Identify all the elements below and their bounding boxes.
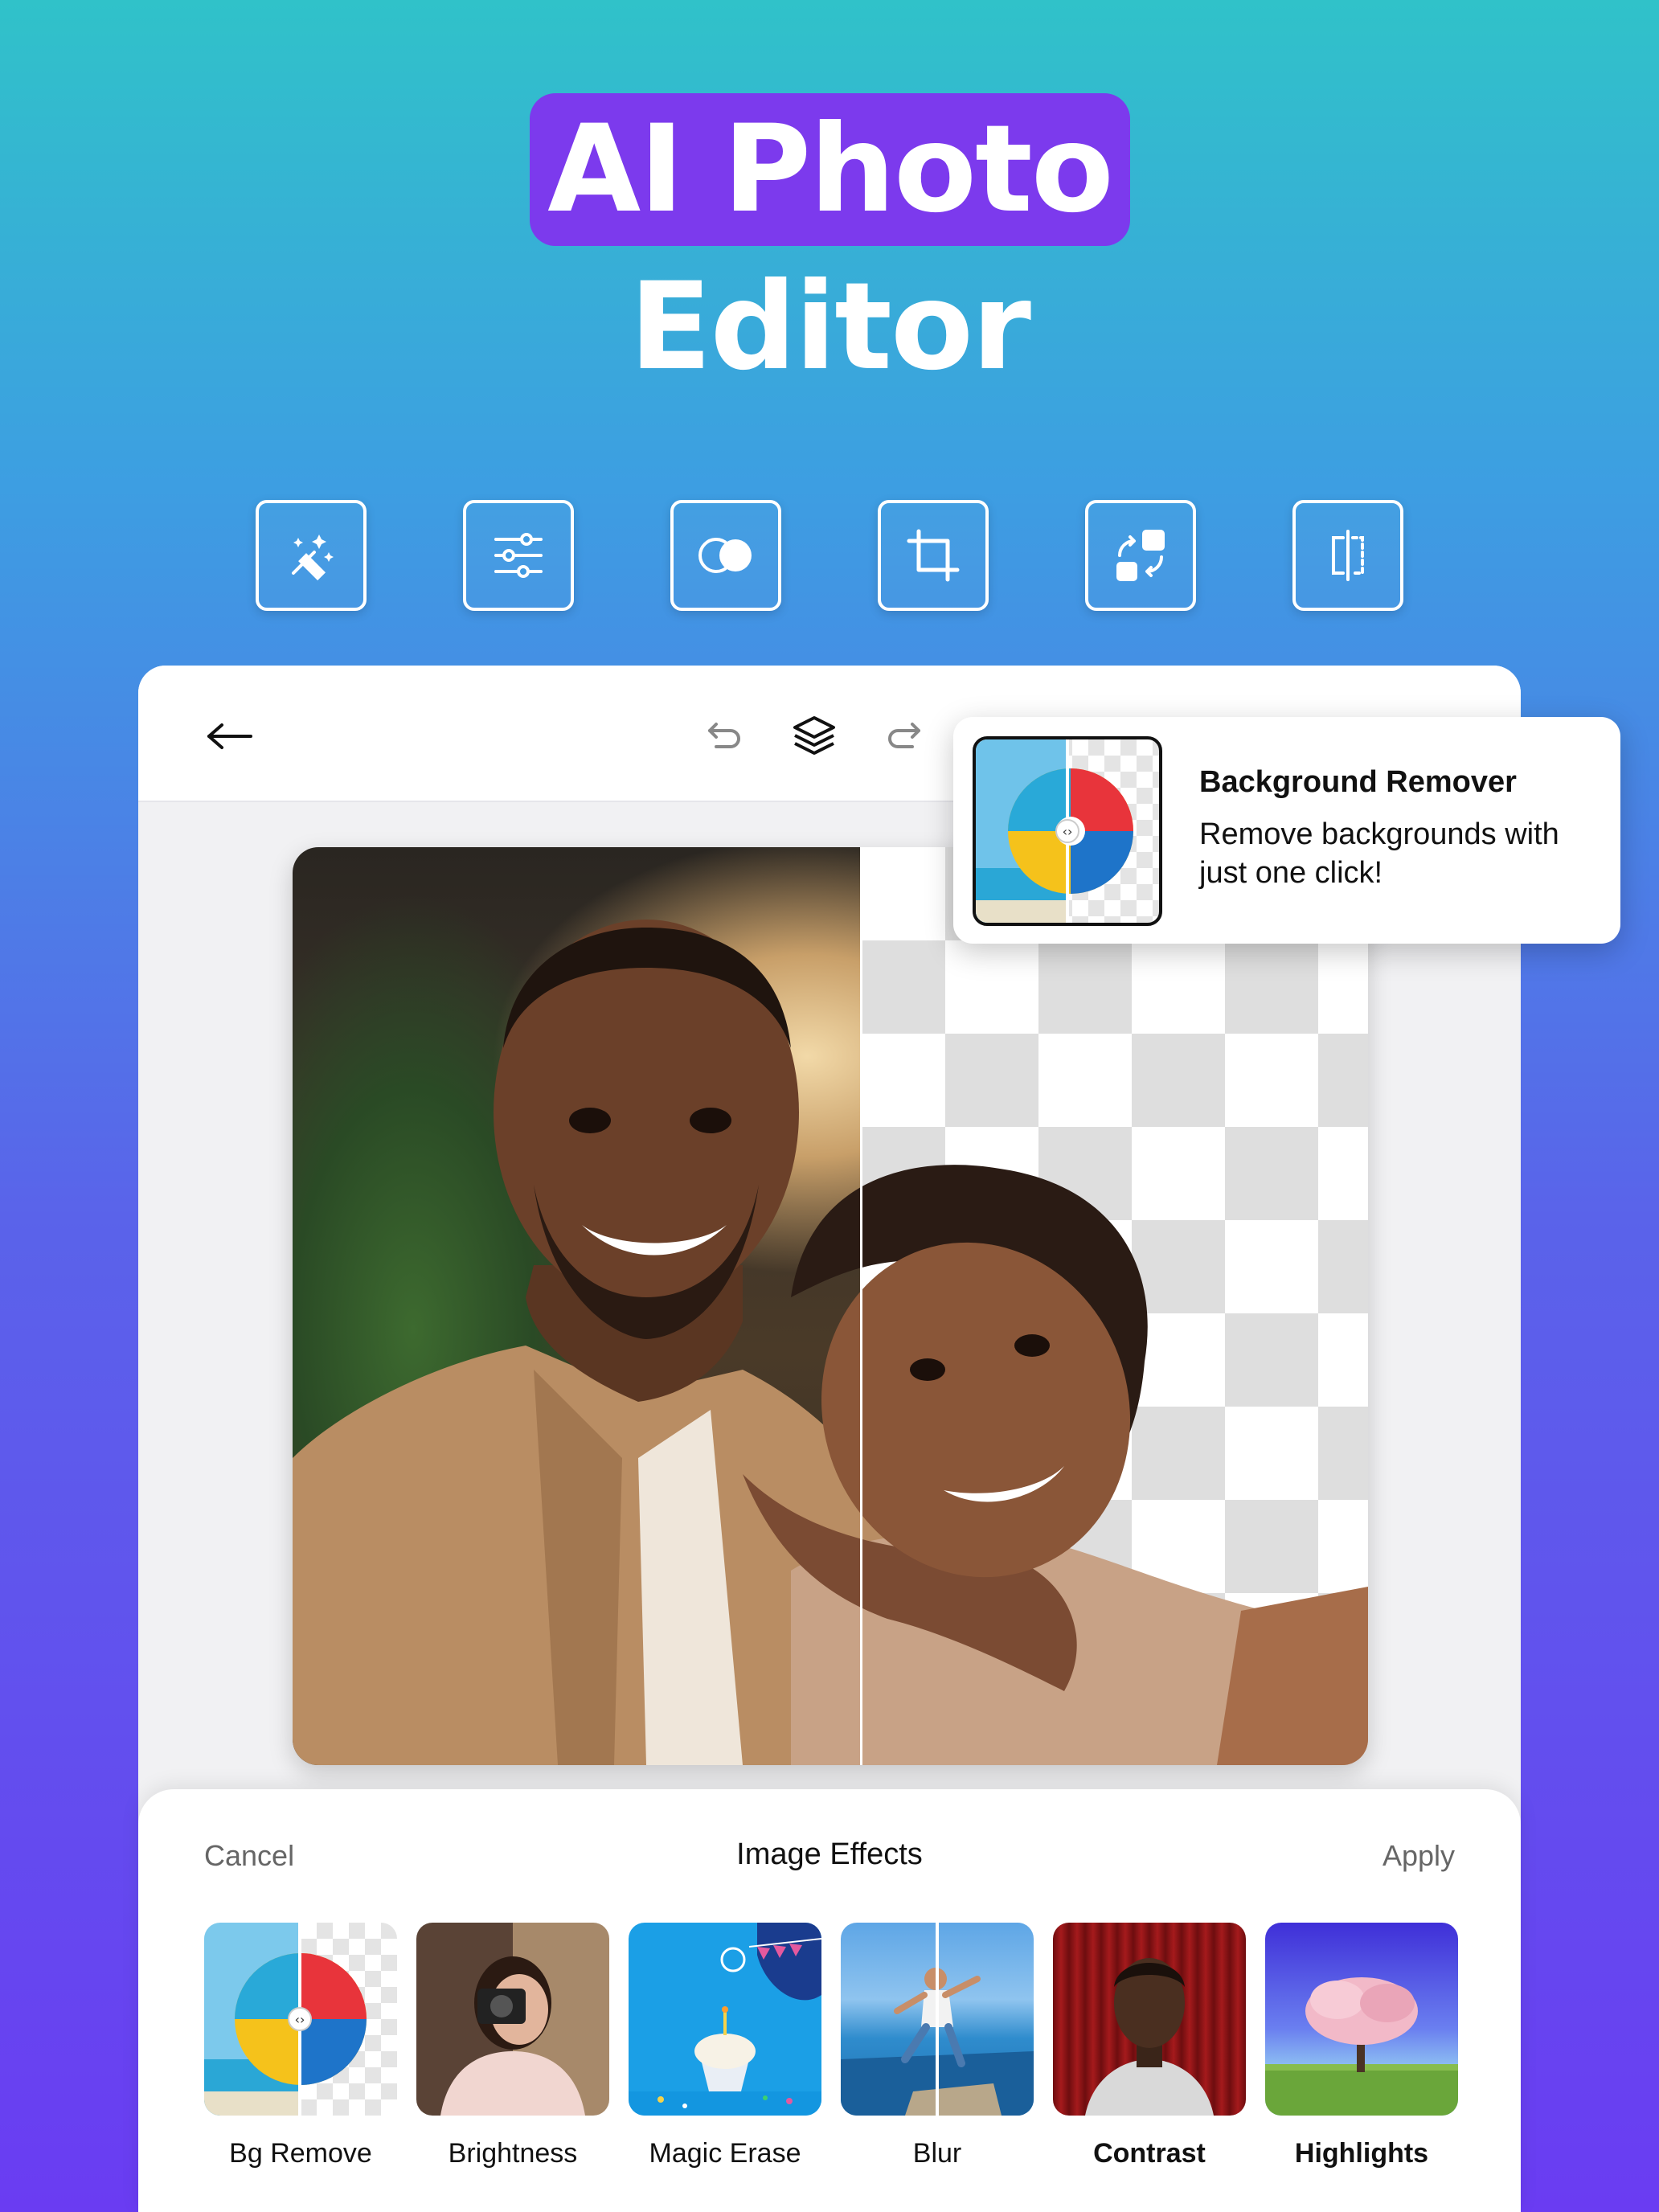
effect-contrast[interactable]: Contrast	[1053, 1923, 1246, 2169]
effect-magic-erase[interactable]: Magic Erase	[629, 1923, 821, 2169]
magic-wand-icon	[292, 535, 334, 581]
sliders-icon	[494, 533, 543, 578]
tool-magic-button[interactable]	[256, 500, 367, 611]
effect-thumb	[1265, 1923, 1458, 2116]
flip-icon	[1332, 530, 1364, 581]
effect-blur[interactable]: Blur	[841, 1923, 1034, 2169]
effect-bg-remove[interactable]: ‹› Bg Remove	[204, 1923, 397, 2169]
effect-thumb: ‹›	[204, 1923, 397, 2116]
popup-description: Remove backgrounds with just one click!	[1199, 817, 1559, 890]
back-button[interactable]	[201, 707, 259, 765]
swap-icon	[1116, 530, 1165, 581]
arrow-left-icon	[207, 723, 252, 749]
cupcake-image	[629, 1923, 821, 2116]
crop-icon	[907, 529, 960, 582]
effect-label: Brightness	[448, 2138, 578, 2169]
apply-button[interactable]: Apply	[1382, 1839, 1455, 1873]
tool-blend-button[interactable]	[670, 500, 781, 611]
effect-label: Blur	[912, 2138, 962, 2169]
blossom-tree-image	[1265, 1977, 1458, 2116]
woman-camera-image	[440, 1956, 585, 2116]
effect-label: Bg Remove	[229, 2138, 372, 2169]
portrait-image	[1085, 1958, 1214, 2116]
effect-highlights[interactable]: Highlights	[1265, 1923, 1458, 2169]
headline-line2-wrap: Editor	[0, 267, 1659, 387]
photo-canvas[interactable]	[293, 847, 1368, 1765]
tool-flip-button[interactable]	[1292, 500, 1403, 611]
tool-replace-button[interactable]	[1085, 500, 1196, 611]
compare-divider[interactable]	[860, 847, 862, 1765]
effect-brightness[interactable]: Brightness	[416, 1923, 609, 2169]
jumping-man-image	[841, 1923, 1034, 2116]
effect-thumb	[1053, 1923, 1246, 2116]
popup-thumbnail: ‹›	[973, 736, 1162, 926]
effect-thumb	[629, 1923, 821, 2116]
beach-ball-image: ‹›	[204, 1923, 367, 2116]
effect-label: Highlights	[1294, 2138, 1429, 2169]
svg-text:‹›: ‹›	[1063, 824, 1073, 839]
circles-icon	[698, 538, 752, 573]
undo-icon	[708, 723, 740, 748]
effect-label: Contrast	[1093, 2138, 1206, 2169]
layers-icon	[793, 716, 835, 755]
background-remover-card[interactable]: ‹› Background Remover Remove backgrounds…	[953, 717, 1620, 944]
effect-label: Magic Erase	[649, 2138, 801, 2169]
redo-icon	[888, 723, 920, 748]
beach-ball-image: ‹›	[976, 739, 1133, 923]
undo-button[interactable]	[701, 712, 749, 760]
layers-button[interactable]	[788, 709, 841, 762]
subjects-image	[293, 920, 1368, 1765]
headline-line2: Editor	[629, 257, 1031, 397]
tool-crop-button[interactable]	[878, 500, 989, 611]
svg-text:‹›: ‹›	[295, 2012, 305, 2027]
effect-thumb	[416, 1923, 609, 2116]
tool-adjust-button[interactable]	[463, 500, 574, 611]
effect-thumb	[841, 1923, 1034, 2116]
popup-title: Background Remover	[1199, 765, 1517, 799]
sheet-title: Image Effects	[736, 1837, 923, 1871]
redo-button[interactable]	[879, 712, 928, 760]
image-effects-sheet: Cancel Image Effects Apply ‹› Bg Remove	[138, 1789, 1521, 2212]
headline-pill: AI Photo	[530, 93, 1130, 246]
headline-line1: AI Photo	[547, 100, 1114, 240]
